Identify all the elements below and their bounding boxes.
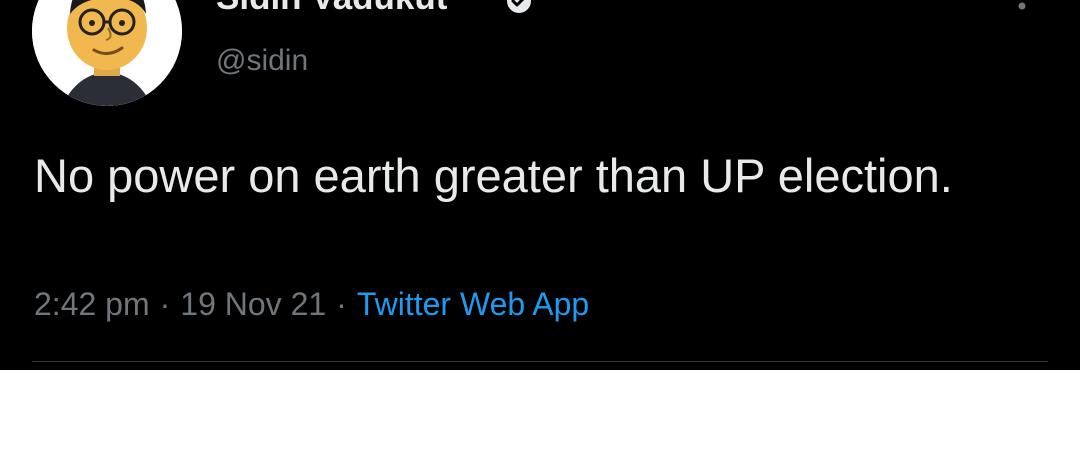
verified-badge-icon: [507, 0, 531, 13]
meta-separator: ·: [336, 286, 347, 322]
avatar[interactable]: [32, 0, 182, 106]
user-handle[interactable]: @sidin: [216, 44, 308, 78]
display-name[interactable]: Sidin Vadukut: [216, 0, 447, 18]
tweet-source-link[interactable]: Twitter Web App: [357, 286, 589, 322]
tweet-text: No power on earth greater than UP electi…: [34, 149, 953, 202]
tweet-meta: 2:42 pm · 19 Nov 21 · Twitter Web App: [34, 286, 589, 323]
tweet-time[interactable]: 2:42 pm: [34, 286, 150, 322]
tweet-card: Sidin Vadukut @sidin No power on earth g…: [0, 0, 1080, 370]
meta-separator: ·: [159, 286, 171, 322]
tweet-date[interactable]: 19 Nov 21: [180, 286, 326, 322]
cartoon-face-icon: [32, 0, 182, 106]
more-options-icon[interactable]: [1010, 0, 1034, 20]
divider: [32, 361, 1048, 362]
